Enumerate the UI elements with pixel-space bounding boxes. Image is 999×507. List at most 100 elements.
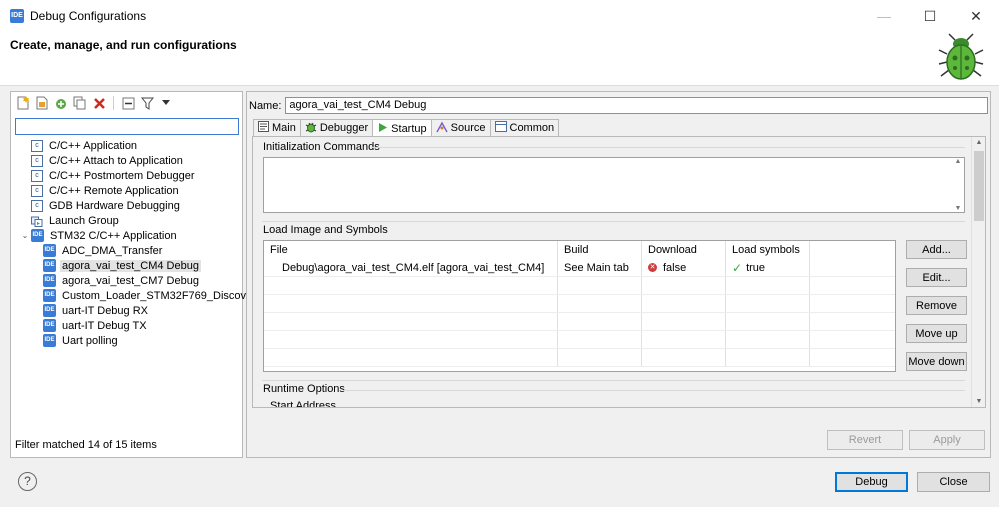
load-symbols-value: true: [746, 261, 766, 274]
remove-button[interactable]: Remove: [906, 296, 967, 315]
tree-toolbar: [11, 92, 242, 114]
checkmark-icon: ✓: [732, 260, 743, 275]
tree-item-label: C/C++ Remote Application: [49, 184, 179, 197]
ide-icon: IDE: [43, 259, 56, 272]
tree-item-label: agora_vai_test_CM7 Debug: [62, 274, 199, 287]
init-commands-scrollbar[interactable]: ▲ ▼: [952, 158, 964, 212]
init-commands-textarea[interactable]: ▲ ▼: [263, 157, 965, 213]
duplicate-configuration-icon[interactable]: [72, 95, 88, 111]
close-button[interactable]: Close: [917, 472, 990, 492]
ide-icon: IDE: [43, 319, 56, 332]
window-title: Debug Configurations: [30, 9, 147, 23]
edit-button[interactable]: Edit...: [906, 268, 967, 287]
move-up-button[interactable]: Move up: [906, 324, 967, 343]
move-down-button[interactable]: Move down: [906, 352, 967, 371]
tree-item[interactable]: IDE ADC_DMA_Transfer: [11, 243, 242, 258]
column-header-load-symbols[interactable]: Load symbols: [726, 241, 810, 259]
filter-input[interactable]: [16, 119, 238, 134]
scroll-down-icon[interactable]: ▼: [972, 398, 985, 405]
table-row[interactable]: Debug\agora_vai_test_CM4.elf [agora_vai_…: [264, 259, 895, 277]
dialog-heading: Create, manage, and run configurations: [10, 38, 237, 52]
minimize-button[interactable]: —: [861, 0, 907, 32]
start-address-label: Start Address: [270, 400, 337, 408]
scroll-up-icon[interactable]: ▲: [972, 139, 985, 146]
column-header-download[interactable]: Download: [642, 241, 726, 259]
collapse-all-icon[interactable]: [120, 95, 136, 111]
tree-item-label: GDB Hardware Debugging: [49, 199, 180, 212]
tab-main[interactable]: Main: [253, 119, 301, 136]
export-configuration-icon[interactable]: [53, 95, 69, 111]
tree-item[interactable]: IDE uart-IT Debug RX: [11, 303, 242, 318]
tree-item-label: Uart polling: [62, 334, 118, 347]
tree-item-label: agora_vai_test_CM4 Debug: [60, 259, 201, 272]
view-menu-chevron-down-icon[interactable]: [158, 95, 174, 111]
c-icon: c: [31, 154, 43, 167]
tree-item[interactable]: c C/C++ Postmortem Debugger: [11, 168, 242, 183]
main-tab-icon: [258, 121, 269, 135]
tree-item[interactable]: IDE uart-IT Debug TX: [11, 318, 242, 333]
tab-startup[interactable]: Startup: [372, 119, 432, 137]
c-icon: c: [31, 139, 43, 152]
window-controls: — ☐ ✕: [861, 0, 999, 32]
tree-item-label: STM32 C/C++ Application: [50, 229, 177, 242]
filter-icon[interactable]: [139, 95, 155, 111]
add-button[interactable]: Add...: [906, 240, 967, 259]
tree-item-label: C/C++ Attach to Application: [49, 154, 183, 167]
column-header-file[interactable]: File: [264, 241, 558, 259]
column-header-empty: [810, 241, 895, 259]
content-scrollbar[interactable]: ▲ ▼: [971, 137, 985, 407]
startup-tab-content: Initialization Commands ▲ ▼ Load Image a…: [252, 136, 986, 408]
configuration-editor-panel: Name: agora_vai_test_CM4 Debug Main Debug…: [246, 91, 991, 458]
table-header-row: File Build Download Load symbols: [264, 241, 895, 259]
ide-icon: IDE: [43, 244, 56, 257]
tree-item[interactable]: Launch Group: [11, 213, 242, 228]
apply-button[interactable]: Apply: [909, 430, 985, 450]
delete-configuration-icon[interactable]: [91, 95, 107, 111]
new-prototype-icon[interactable]: [34, 95, 50, 111]
tab-debugger[interactable]: Debugger: [299, 119, 374, 136]
tree-item[interactable]: IDE Custom_Loader_STM32F769_Discovery: [11, 288, 261, 303]
tab-common[interactable]: Common: [489, 119, 560, 136]
download-cell: ✕ false: [642, 259, 726, 276]
scroll-down-icon[interactable]: ▼: [955, 205, 962, 212]
maximize-button[interactable]: ☐: [907, 0, 953, 32]
tree-item[interactable]: c C/C++ Attach to Application: [11, 153, 242, 168]
download-value: false: [663, 261, 687, 274]
tree-item[interactable]: IDE agora_vai_test_CM7 Debug: [11, 273, 242, 288]
table-row: [264, 313, 895, 331]
toolbar-separator: [113, 96, 114, 110]
tree-item-label: Custom_Loader_STM32F769_Discovery: [62, 289, 262, 302]
launch-group-icon: [31, 216, 43, 227]
tree-item-label: ADC_DMA_Transfer: [62, 244, 163, 257]
editor-tabs: Main Debugger Startup Source Common: [253, 119, 560, 137]
tree-item[interactable]: ⌄ IDE STM32 C/C++ Application: [11, 228, 242, 243]
help-icon[interactable]: ?: [18, 472, 37, 491]
debug-button[interactable]: Debug: [835, 472, 908, 492]
tree-item[interactable]: IDE Uart polling: [11, 333, 242, 348]
name-input[interactable]: agora_vai_test_CM4 Debug: [285, 97, 989, 114]
new-configuration-icon[interactable]: [15, 95, 31, 111]
revert-button[interactable]: Revert: [827, 430, 903, 450]
scroll-thumb[interactable]: [974, 151, 984, 221]
title-bar: IDE Debug Configurations — ☐ ✕: [0, 0, 999, 32]
table-action-buttons: Add... Edit... Remove Move up Move down: [906, 240, 967, 371]
c-icon: c: [31, 199, 43, 212]
debugger-tab-icon: [305, 121, 317, 136]
tree-item[interactable]: c GDB Hardware Debugging: [11, 198, 242, 213]
file-cell: Debug\agora_vai_test_CM4.elf [agora_vai_…: [264, 259, 558, 276]
chevron-down-icon[interactable]: ⌄: [19, 231, 31, 240]
tree-item[interactable]: c C/C++ Remote Application: [11, 183, 242, 198]
tab-source[interactable]: Source: [430, 119, 491, 136]
scroll-up-icon[interactable]: ▲: [955, 158, 962, 165]
configuration-tree-panel: c C/C++ Application c C/C++ Attach to Appli…: [10, 91, 261, 458]
close-window-button[interactable]: ✕: [953, 0, 999, 32]
c-icon: c: [31, 184, 43, 197]
init-commands-label: Initialization Commands: [263, 141, 380, 153]
column-header-build[interactable]: Build: [558, 241, 642, 259]
tree-item[interactable]: IDE agora_vai_test_CM4 Debug: [11, 258, 242, 273]
ide-icon: IDE: [31, 229, 44, 242]
error-icon: ✕: [648, 263, 657, 272]
group-divider: [371, 147, 965, 148]
load-image-label: Load Image and Symbols: [263, 224, 388, 236]
tree-item[interactable]: c C/C++ Application: [11, 138, 242, 153]
